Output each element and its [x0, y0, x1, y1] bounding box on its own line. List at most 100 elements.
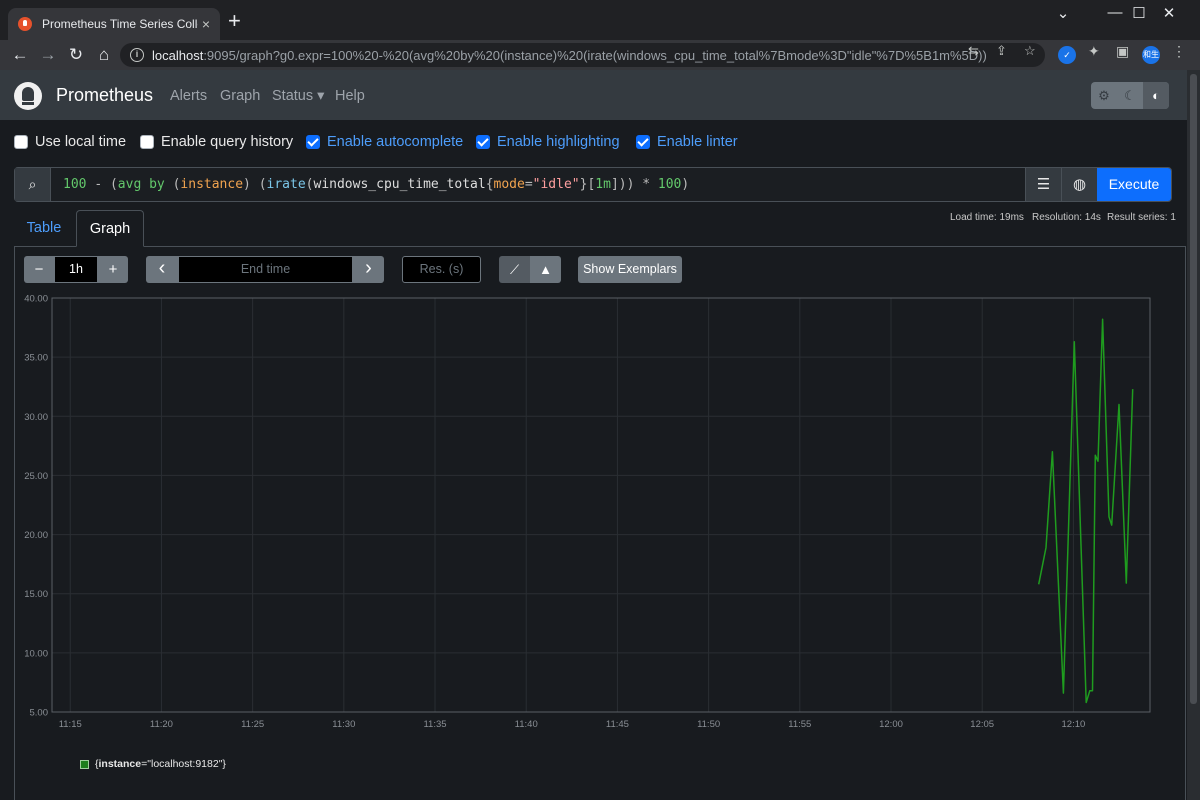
query-token-operator: (	[305, 177, 314, 192]
prometheus-favicon-icon	[18, 17, 32, 31]
query-expression-input[interactable]: 100 - (avg by (instance) (irate(windows_…	[51, 168, 1025, 201]
prometheus-logo-icon[interactable]	[14, 82, 42, 110]
query-token-number: 100	[657, 177, 682, 192]
query-token-operator: =	[524, 177, 533, 192]
checkbox-checked[interactable]	[306, 135, 320, 149]
legend-swatch	[80, 759, 89, 769]
query-token-operator: (	[258, 177, 267, 192]
plot-background	[52, 298, 1150, 712]
option-enable-query-history[interactable]: Enable query history	[140, 134, 293, 150]
close-window-icon[interactable]: ✕	[1146, 4, 1192, 22]
search-icon: ⌕	[15, 168, 51, 201]
y-tick-label: 30.00	[24, 412, 48, 423]
close-tab-icon[interactable]: ×	[202, 16, 210, 32]
brand-title[interactable]: Prometheus	[56, 85, 153, 106]
nav-link-help[interactable]: Help	[335, 88, 365, 104]
option-use-local-time[interactable]: Use local time	[14, 134, 126, 150]
tab-table[interactable]: Table	[14, 210, 74, 247]
x-tick-label: 12:00	[879, 719, 903, 730]
reload-icon[interactable]: ↻	[64, 44, 88, 66]
tab-graph[interactable]: Graph	[76, 210, 144, 247]
query-token-keyword: by	[149, 177, 165, 192]
y-tick-label: 40.00	[24, 294, 48, 305]
range-decrease-button[interactable]: −	[24, 256, 54, 283]
gear-icon[interactable]: ⚙	[1091, 82, 1117, 109]
address-bar[interactable]: i localhost:9095/graph?g0.expr=100%20-%2…	[120, 43, 1045, 67]
end-time-input[interactable]: End time	[178, 256, 353, 283]
legend-label: {instance="localhost:9182"}	[95, 758, 226, 770]
side-panel-icon[interactable]: ▣	[1116, 43, 1129, 60]
query-token-operator: ]))	[610, 177, 635, 192]
range-input[interactable]: 1h	[54, 256, 98, 283]
query-token-operator: (	[109, 177, 118, 192]
home-icon[interactable]: ⌂	[92, 44, 116, 66]
execute-button[interactable]: Execute	[1097, 168, 1171, 201]
y-tick-label: 25.00	[24, 471, 48, 482]
end-time-back-button[interactable]: ‹	[146, 256, 178, 283]
forward-icon[interactable]: →	[36, 44, 60, 66]
query-token-operator: *	[642, 177, 651, 192]
share-icon[interactable]: ⇪	[996, 43, 1007, 59]
x-tick-label: 12:05	[970, 719, 994, 730]
back-icon[interactable]: ←	[8, 44, 32, 66]
moon-icon[interactable]: ☾	[1117, 82, 1143, 109]
y-tick-label: 20.00	[24, 530, 48, 541]
chart-legend[interactable]: {instance="localhost:9182"}	[80, 758, 226, 770]
checkbox-checked[interactable]	[636, 135, 650, 149]
nav-link-status[interactable]: Status ▾	[272, 88, 324, 104]
x-tick-label: 11:30	[332, 719, 355, 730]
unstacked-chart-icon[interactable]: ⟋	[499, 256, 530, 283]
chevron-down-icon[interactable]: ⌄	[1040, 4, 1086, 22]
query-token-space	[165, 177, 173, 192]
time-series-chart[interactable]: 5.00 10.00 15.00 20.00 25.00 30.00 35.00 40.00 1…	[0, 288, 1170, 748]
translate-icon[interactable]: ⇆	[968, 43, 979, 59]
format-expression-icon[interactable]: ☰	[1025, 168, 1061, 201]
new-tab-icon[interactable]: +	[228, 10, 241, 32]
y-tick-label: 10.00	[24, 648, 48, 659]
site-info-icon[interactable]: i	[130, 48, 144, 62]
option-enable-highlighting[interactable]: Enable highlighting	[476, 134, 620, 150]
extensions-puzzle-icon[interactable]: ✦	[1088, 43, 1100, 60]
x-tick-label: 12:10	[1062, 719, 1086, 730]
profile-avatar[interactable]: 和生	[1142, 46, 1160, 64]
query-token-keyword: avg	[117, 177, 142, 192]
show-exemplars-button[interactable]: Show Exemplars	[578, 256, 682, 283]
query-token-operator: -	[94, 177, 103, 192]
x-tick-label: 11:50	[697, 719, 720, 730]
query-token-space	[102, 177, 110, 192]
metrics-explorer-icon[interactable]: ◍	[1061, 168, 1097, 201]
query-token-label: mode	[493, 177, 525, 192]
checkbox[interactable]	[14, 135, 28, 149]
checkbox-checked[interactable]	[476, 135, 490, 149]
browser-tab-bar: Prometheus Time Series Collectio × + ⌄ —…	[0, 0, 1200, 40]
stacked-chart-icon[interactable]: ▲	[530, 256, 561, 283]
resolution-input[interactable]: Res. (s)	[402, 256, 481, 283]
x-tick-label: 11:40	[515, 719, 538, 730]
nav-link-alerts[interactable]: Alerts	[170, 88, 207, 104]
x-tick-label: 11:45	[606, 719, 629, 730]
browser-tab[interactable]: Prometheus Time Series Collectio ×	[8, 8, 220, 40]
y-tick-label: 35.00	[24, 353, 48, 364]
option-enable-linter[interactable]: Enable linter	[636, 134, 738, 150]
end-time-forward-button[interactable]: ›	[353, 256, 384, 283]
query-token-string: "idle"	[532, 177, 580, 192]
checkbox[interactable]	[140, 135, 154, 149]
range-increase-button[interactable]: +	[98, 256, 128, 283]
query-token-label: instance	[180, 177, 244, 192]
browser-toolbar: ← → ↻ ⌂ i localhost:9095/graph?g0.expr=1…	[0, 40, 1200, 70]
x-tick-label: 11:35	[423, 719, 446, 730]
theme-switcher: ⚙ ☾ ◐	[1091, 82, 1169, 109]
resolution: Resolution: 14s	[1032, 212, 1101, 223]
bookmark-star-icon[interactable]: ☆	[1024, 43, 1036, 59]
extension-check-icon[interactable]: ✓	[1058, 46, 1076, 64]
option-enable-autocomplete[interactable]: Enable autocomplete	[306, 134, 463, 150]
query-token-space	[141, 177, 149, 192]
menu-kebab-icon[interactable]: ⋮	[1172, 43, 1186, 60]
x-tick-label: 11:55	[788, 719, 811, 730]
query-token-space	[251, 177, 259, 192]
page-scrollbar[interactable]	[1187, 70, 1200, 800]
y-tick-label: 15.00	[24, 589, 48, 600]
query-token-number: 100	[63, 177, 87, 192]
nav-link-graph[interactable]: Graph	[220, 88, 260, 104]
contrast-icon[interactable]: ◐	[1143, 82, 1169, 109]
